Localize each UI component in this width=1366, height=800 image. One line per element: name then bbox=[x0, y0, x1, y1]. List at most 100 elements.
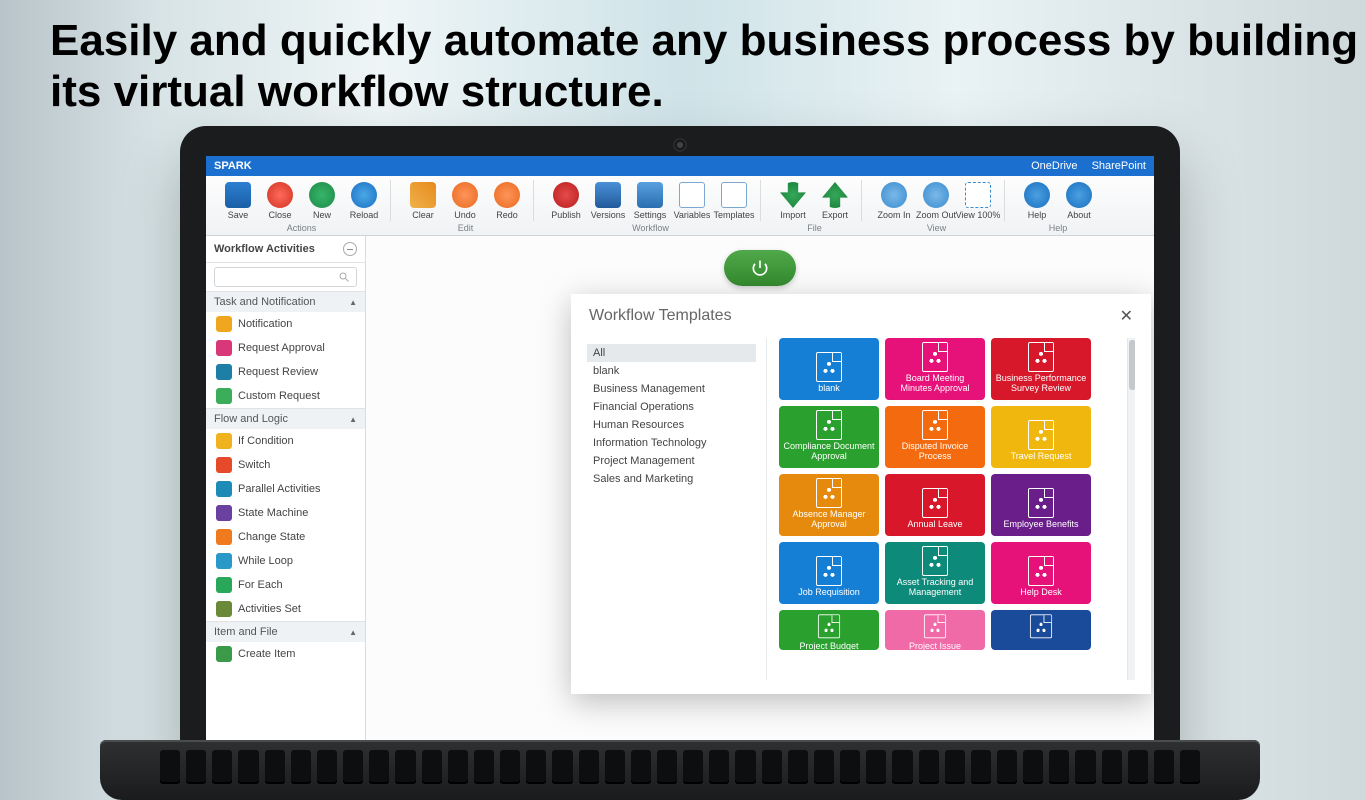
export-button[interactable]: Export bbox=[815, 180, 855, 221]
new-button[interactable]: New bbox=[302, 180, 342, 221]
activity-activities-set[interactable]: Activities Set bbox=[206, 597, 365, 621]
template-tile-travel-request[interactable]: Travel Request bbox=[991, 406, 1091, 468]
activity-while-loop[interactable]: While Loop bbox=[206, 549, 365, 573]
template-doc-icon bbox=[816, 352, 842, 382]
category-sales-and-marketing[interactable]: Sales and Marketing bbox=[587, 470, 756, 488]
dialog-close-button[interactable]: ✕ bbox=[1120, 306, 1133, 326]
category-human-resources[interactable]: Human Resources bbox=[587, 416, 756, 434]
scroll-thumb[interactable] bbox=[1129, 340, 1135, 390]
template-tile-annual-leave[interactable]: Annual Leave bbox=[885, 474, 985, 536]
template-tile-job-requisition[interactable]: Job Requisition bbox=[779, 542, 879, 604]
template-tile-label: Employee Benefits bbox=[1003, 520, 1078, 530]
category-all[interactable]: All bbox=[587, 344, 756, 362]
activity-icon bbox=[216, 388, 232, 404]
collapse-icon[interactable] bbox=[343, 242, 357, 256]
activity-if-condition[interactable]: If Condition bbox=[206, 429, 365, 453]
zoom100-button[interactable]: View 100% bbox=[958, 180, 998, 221]
templates-icon bbox=[721, 182, 747, 208]
activity-state-machine[interactable]: State Machine bbox=[206, 501, 365, 525]
activity-icon bbox=[216, 316, 232, 332]
activity-change-state[interactable]: Change State bbox=[206, 525, 365, 549]
templates-button[interactable]: Templates bbox=[714, 180, 754, 221]
template-tile-label: Board Meeting Minutes Approval bbox=[889, 374, 981, 394]
publish-label: Publish bbox=[551, 210, 581, 220]
template-doc-icon bbox=[816, 410, 842, 440]
publish-icon bbox=[553, 182, 579, 208]
category-blank[interactable]: blank bbox=[587, 362, 756, 380]
activity-custom-request[interactable]: Custom Request bbox=[206, 384, 365, 408]
sidebar-section-flow-and-logic[interactable]: Flow and Logic▲ bbox=[206, 408, 365, 429]
camera-dot bbox=[675, 140, 685, 150]
template-tile-project-budget[interactable]: Project Budget bbox=[779, 610, 879, 650]
zoomin-button[interactable]: Zoom In bbox=[874, 180, 914, 221]
help-button[interactable]: Help bbox=[1017, 180, 1057, 221]
sidebar-section-task-and-notification[interactable]: Task and Notification▲ bbox=[206, 291, 365, 312]
close-icon bbox=[267, 182, 293, 208]
reload-icon bbox=[351, 182, 377, 208]
dialog-title: Workflow Templates bbox=[589, 307, 732, 325]
template-tile-help-desk[interactable]: Help Desk bbox=[991, 542, 1091, 604]
close-label: Close bbox=[268, 210, 291, 220]
reload-button[interactable]: Reload bbox=[344, 180, 384, 221]
template-tile-blank[interactable] bbox=[991, 610, 1091, 650]
template-tile-business-performance-survey-review[interactable]: Business Performance Survey Review bbox=[991, 338, 1091, 400]
ribbon-group-workflow: Workflow bbox=[632, 223, 669, 233]
zoom100-label: View 100% bbox=[956, 210, 1001, 220]
chevron-up-icon: ▲ bbox=[349, 298, 357, 307]
publish-button[interactable]: Publish bbox=[546, 180, 586, 221]
about-button[interactable]: About bbox=[1059, 180, 1099, 221]
sidebar-section-item-and-file[interactable]: Item and File▲ bbox=[206, 621, 365, 642]
activity-label: Request Approval bbox=[238, 342, 325, 354]
template-tile-label: Disputed Invoice Process bbox=[889, 442, 981, 462]
redo-button[interactable]: Redo bbox=[487, 180, 527, 221]
workflow-canvas[interactable]: Workflow Templates ✕ AllblankBusiness Ma… bbox=[366, 236, 1154, 744]
zoomout-label: Zoom Out bbox=[916, 210, 956, 220]
template-tile-blank[interactable]: blank bbox=[779, 338, 879, 400]
activity-icon bbox=[216, 505, 232, 521]
activity-parallel-activities[interactable]: Parallel Activities bbox=[206, 477, 365, 501]
category-information-technology[interactable]: Information Technology bbox=[587, 434, 756, 452]
activity-notification[interactable]: Notification bbox=[206, 312, 365, 336]
sidebar-search[interactable] bbox=[214, 267, 357, 287]
activity-create-item[interactable]: Create Item bbox=[206, 642, 365, 666]
template-doc-icon bbox=[1028, 556, 1054, 586]
workflow-start-node[interactable] bbox=[724, 250, 796, 286]
activity-switch[interactable]: Switch bbox=[206, 453, 365, 477]
clear-icon bbox=[410, 182, 436, 208]
template-tile-absence-manager-approval[interactable]: Absence Manager Approval bbox=[779, 474, 879, 536]
quicklink-onedrive[interactable]: OneDrive bbox=[1031, 160, 1077, 172]
template-tile-board-meeting-minutes-approval[interactable]: Board Meeting Minutes Approval bbox=[885, 338, 985, 400]
save-button[interactable]: Save bbox=[218, 180, 258, 221]
undo-icon bbox=[452, 182, 478, 208]
category-financial-operations[interactable]: Financial Operations bbox=[587, 398, 756, 416]
template-tile-project-issue[interactable]: Project Issue bbox=[885, 610, 985, 650]
activity-request-approval[interactable]: Request Approval bbox=[206, 336, 365, 360]
templates-label: Templates bbox=[713, 210, 754, 220]
activity-icon bbox=[216, 577, 232, 593]
template-tile-label: Business Performance Survey Review bbox=[995, 374, 1087, 394]
category-business-management[interactable]: Business Management bbox=[587, 380, 756, 398]
template-doc-icon bbox=[1028, 488, 1054, 518]
activity-for-each[interactable]: For Each bbox=[206, 573, 365, 597]
category-project-management[interactable]: Project Management bbox=[587, 452, 756, 470]
template-tile-label: Job Requisition bbox=[798, 588, 860, 598]
template-tile-compliance-document-approval[interactable]: Compliance Document Approval bbox=[779, 406, 879, 468]
settings-button[interactable]: Settings bbox=[630, 180, 670, 221]
activity-icon bbox=[216, 364, 232, 380]
quicklink-sharepoint[interactable]: SharePoint bbox=[1092, 160, 1146, 172]
template-tile-disputed-invoice-process[interactable]: Disputed Invoice Process bbox=[885, 406, 985, 468]
tiles-scrollbar[interactable] bbox=[1127, 338, 1135, 680]
import-button[interactable]: Import bbox=[773, 180, 813, 221]
clear-button[interactable]: Clear bbox=[403, 180, 443, 221]
undo-button[interactable]: Undo bbox=[445, 180, 485, 221]
versions-button[interactable]: Versions bbox=[588, 180, 628, 221]
variables-button[interactable]: Variables bbox=[672, 180, 712, 221]
template-tile-asset-tracking-and-management[interactable]: Asset Tracking and Management bbox=[885, 542, 985, 604]
activity-request-review[interactable]: Request Review bbox=[206, 360, 365, 384]
close-button[interactable]: Close bbox=[260, 180, 300, 221]
zoomout-button[interactable]: Zoom Out bbox=[916, 180, 956, 221]
template-tile-employee-benefits[interactable]: Employee Benefits bbox=[991, 474, 1091, 536]
laptop-frame: SPARK OneDriveSharePoint SaveCloseNewRel… bbox=[180, 126, 1180, 766]
app-window: SPARK OneDriveSharePoint SaveCloseNewRel… bbox=[206, 156, 1154, 744]
activity-label: While Loop bbox=[238, 555, 293, 567]
